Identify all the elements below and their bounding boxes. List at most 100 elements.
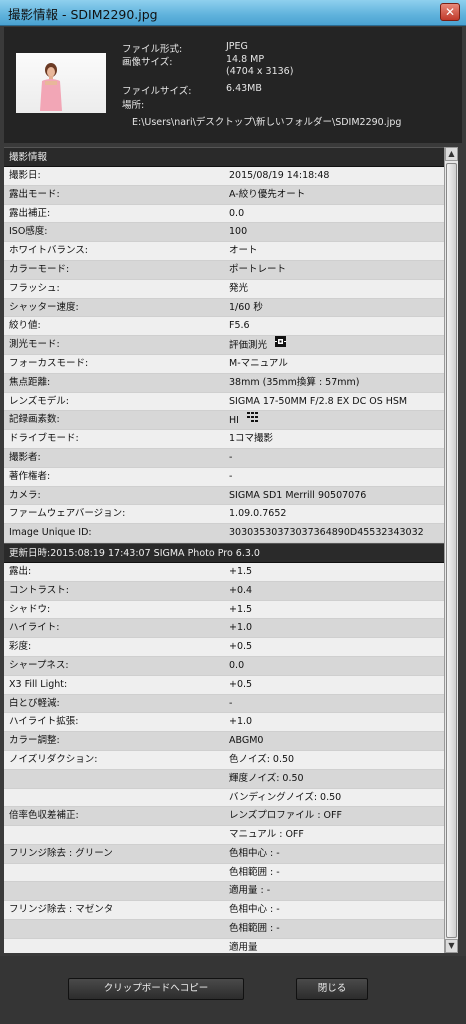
metadata-value: バンディングノイズ: 0.50 — [229, 789, 341, 808]
file-info-value: 14.8 MP — [226, 54, 265, 65]
metadata-value: +1.5 — [229, 601, 252, 620]
metadata-value-text: SIGMA SD1 Merrill 90507076 — [229, 489, 367, 501]
metadata-label: 露出補正: — [9, 207, 51, 219]
metadata-value: マニュアル : OFF — [229, 826, 304, 845]
metadata-label: シャッター速度: — [9, 301, 79, 313]
metadata-value: SIGMA 17-50MM F/2.8 EX DC OS HSM — [229, 393, 407, 412]
metadata-row: 著作権者: - — [4, 467, 444, 487]
metadata-value: ABGM0 — [229, 732, 263, 751]
metadata-label: ISO感度: — [9, 226, 48, 238]
metadata-row: 色相範囲 : - — [4, 920, 444, 939]
metadata-row: ハイライト拡張: +1.0 — [4, 713, 444, 733]
vertical-scrollbar[interactable]: ▲ ▼ — [444, 147, 458, 953]
metadata-value: 色相範囲 : - — [229, 920, 280, 939]
metadata-row: シャッター速度: 1/60 秒 — [4, 298, 444, 318]
file-info-value: 6.43MB — [226, 83, 262, 94]
metadata-value: F5.6 — [229, 317, 250, 336]
metadata-value: 38mm (35mm換算 : 57mm) — [229, 374, 359, 393]
metadata-row: フォーカスモード: M-マニュアル — [4, 354, 444, 374]
file-info-panel: ファイル形式: JPEG 画像サイズ: 14.8 MP (4704 x 3136) ファイ… — [4, 27, 462, 143]
file-path: E:\Users\nari\デスクトップ\新しいフォルダー\SDIM2290.j… — [132, 117, 402, 128]
metadata-value-text: 色相中心 : - — [229, 847, 280, 859]
metadata-row: レンズモデル: SIGMA 17-50MM F/2.8 EX DC OS HSM — [4, 392, 444, 412]
metadata-row: ノイズリダクション: 色ノイズ: 0.50 — [4, 750, 444, 770]
scroll-down-arrow-icon[interactable]: ▼ — [445, 939, 458, 953]
scroll-up-arrow-icon[interactable]: ▲ — [445, 147, 458, 161]
file-info-value: JPEG — [226, 41, 248, 52]
file-info-value: (4704 x 3136) — [226, 66, 294, 77]
metadata-row: 露出補正: 0.0 — [4, 204, 444, 224]
copy-to-clipboard-button[interactable]: クリップボードへコピー — [68, 978, 244, 1000]
metadata-row: 撮影日: 2015/08/19 14:18:48 — [4, 167, 444, 186]
metadata-value-text: +1.0 — [229, 622, 253, 634]
metadata-label: 測光モード: — [9, 339, 60, 351]
metadata-value: - — [229, 449, 232, 468]
metadata-value-text: 0.0 — [229, 207, 245, 219]
metadata-value-text: 100 — [229, 226, 248, 238]
quality-grid-icon — [246, 411, 258, 430]
metadata-label: フリンジ除去 : マゼンタ — [9, 904, 114, 916]
metadata-value: +1.0 — [229, 713, 252, 732]
metadata-label: ドライブモード: — [9, 433, 79, 445]
metadata-value-text: 1コマ撮影 — [229, 433, 274, 445]
scrollbar-thumb[interactable] — [446, 163, 457, 938]
metadata-value: - — [229, 695, 232, 714]
metadata-value: - — [229, 468, 232, 487]
metadata-label: フォーカスモード: — [9, 357, 89, 369]
metadata-row: 適用量 — [4, 938, 444, 953]
metadata-row: Image Unique ID: 30303530373037364890D455… — [4, 524, 444, 543]
metadata-row: 露出モード: A-絞り優先オート — [4, 185, 444, 205]
file-info-label: ファイルサイズ: — [122, 86, 192, 97]
metadata-value: 色相範囲 : - — [229, 864, 280, 883]
close-window-button[interactable]: ✕ — [440, 3, 460, 21]
file-info-label: 場所: — [122, 100, 145, 111]
metadata-row: 適用量 : - — [4, 882, 444, 902]
metadata-label: 撮影日: — [9, 170, 41, 181]
file-info-label: 画像サイズ: — [122, 57, 173, 68]
metadata-value: 1.09.0.7652 — [229, 505, 286, 524]
metadata-value: SIGMA SD1 Merrill 90507076 — [229, 487, 366, 506]
metadata-label: X3 Fill Light: — [9, 678, 68, 690]
metadata-row: マニュアル : OFF — [4, 826, 444, 845]
metadata-value-text: 色相範囲 : - — [229, 923, 280, 935]
window-title: 撮影情報 - SDIM2290.jpg — [8, 7, 158, 22]
metadata-value-text: 発光 — [229, 282, 249, 294]
metadata-label: 露出モード: — [9, 188, 60, 200]
metadata-value-text: 輝度ノイズ: 0.50 — [229, 772, 304, 784]
metadata-row: バンディングノイズ: 0.50 — [4, 788, 444, 808]
metadata-value-text: +1.5 — [229, 565, 253, 577]
metadata-value: 色相中心 : - — [229, 845, 280, 864]
metadata-row: 記録画素数: HI — [4, 411, 444, 431]
metadata-value-text: 38mm (35mm換算 : 57mm) — [229, 376, 360, 388]
metadata-row: 輝度ノイズ: 0.50 — [4, 769, 444, 789]
metadata-label: シャープネス: — [9, 659, 69, 671]
metadata-row: ISO感度: 100 — [4, 223, 444, 243]
metadata-label: レンズモデル: — [9, 395, 70, 407]
metadata-value-text: A-絞り優先オート — [229, 188, 306, 200]
metadata-value-text: 1.09.0.7652 — [229, 508, 287, 520]
metadata-value: +1.5 — [229, 563, 252, 582]
metadata-label: 焦点距離: — [9, 376, 51, 388]
metadata-value: ポートレート — [229, 261, 286, 280]
metadata-row: フリンジ除去 : グリーン 色相中心 : - — [4, 844, 444, 864]
metadata-value: +0.5 — [229, 676, 252, 695]
metadata-value-text: バンディングノイズ: 0.50 — [229, 791, 342, 803]
metadata-label: ハイライト: — [9, 622, 60, 634]
metadata-label: Image Unique ID: — [9, 527, 92, 539]
metadata-row: 彩度: +0.5 — [4, 638, 444, 657]
metadata-row: カメラ: SIGMA SD1 Merrill 90507076 — [4, 486, 444, 506]
metadata-value: 色相中心 : - — [229, 901, 280, 920]
metadata-value-text: F5.6 — [229, 320, 250, 332]
metadata-label: ホワイトバランス: — [9, 245, 89, 257]
close-button[interactable]: 閉じる — [296, 978, 368, 1000]
metadata-value-text: +0.5 — [229, 641, 253, 653]
metadata-value: 色ノイズ: 0.50 — [229, 751, 294, 770]
metadata-value: +0.5 — [229, 638, 252, 657]
metadata-value-text: 2015/08/19 14:18:48 — [229, 170, 330, 181]
metadata-label: フリンジ除去 : グリーン — [9, 847, 113, 859]
metadata-label: 記録画素数: — [9, 414, 60, 426]
metadata-value: 発光 — [229, 280, 248, 299]
metadata-list: 撮影情報 撮影日: 2015/08/19 14:18:48 露出モード: A-絞り優先… — [4, 147, 444, 953]
metadata-value: 30303530373037364890D45532343032 — [229, 524, 424, 543]
metadata-value: HI — [229, 411, 258, 431]
